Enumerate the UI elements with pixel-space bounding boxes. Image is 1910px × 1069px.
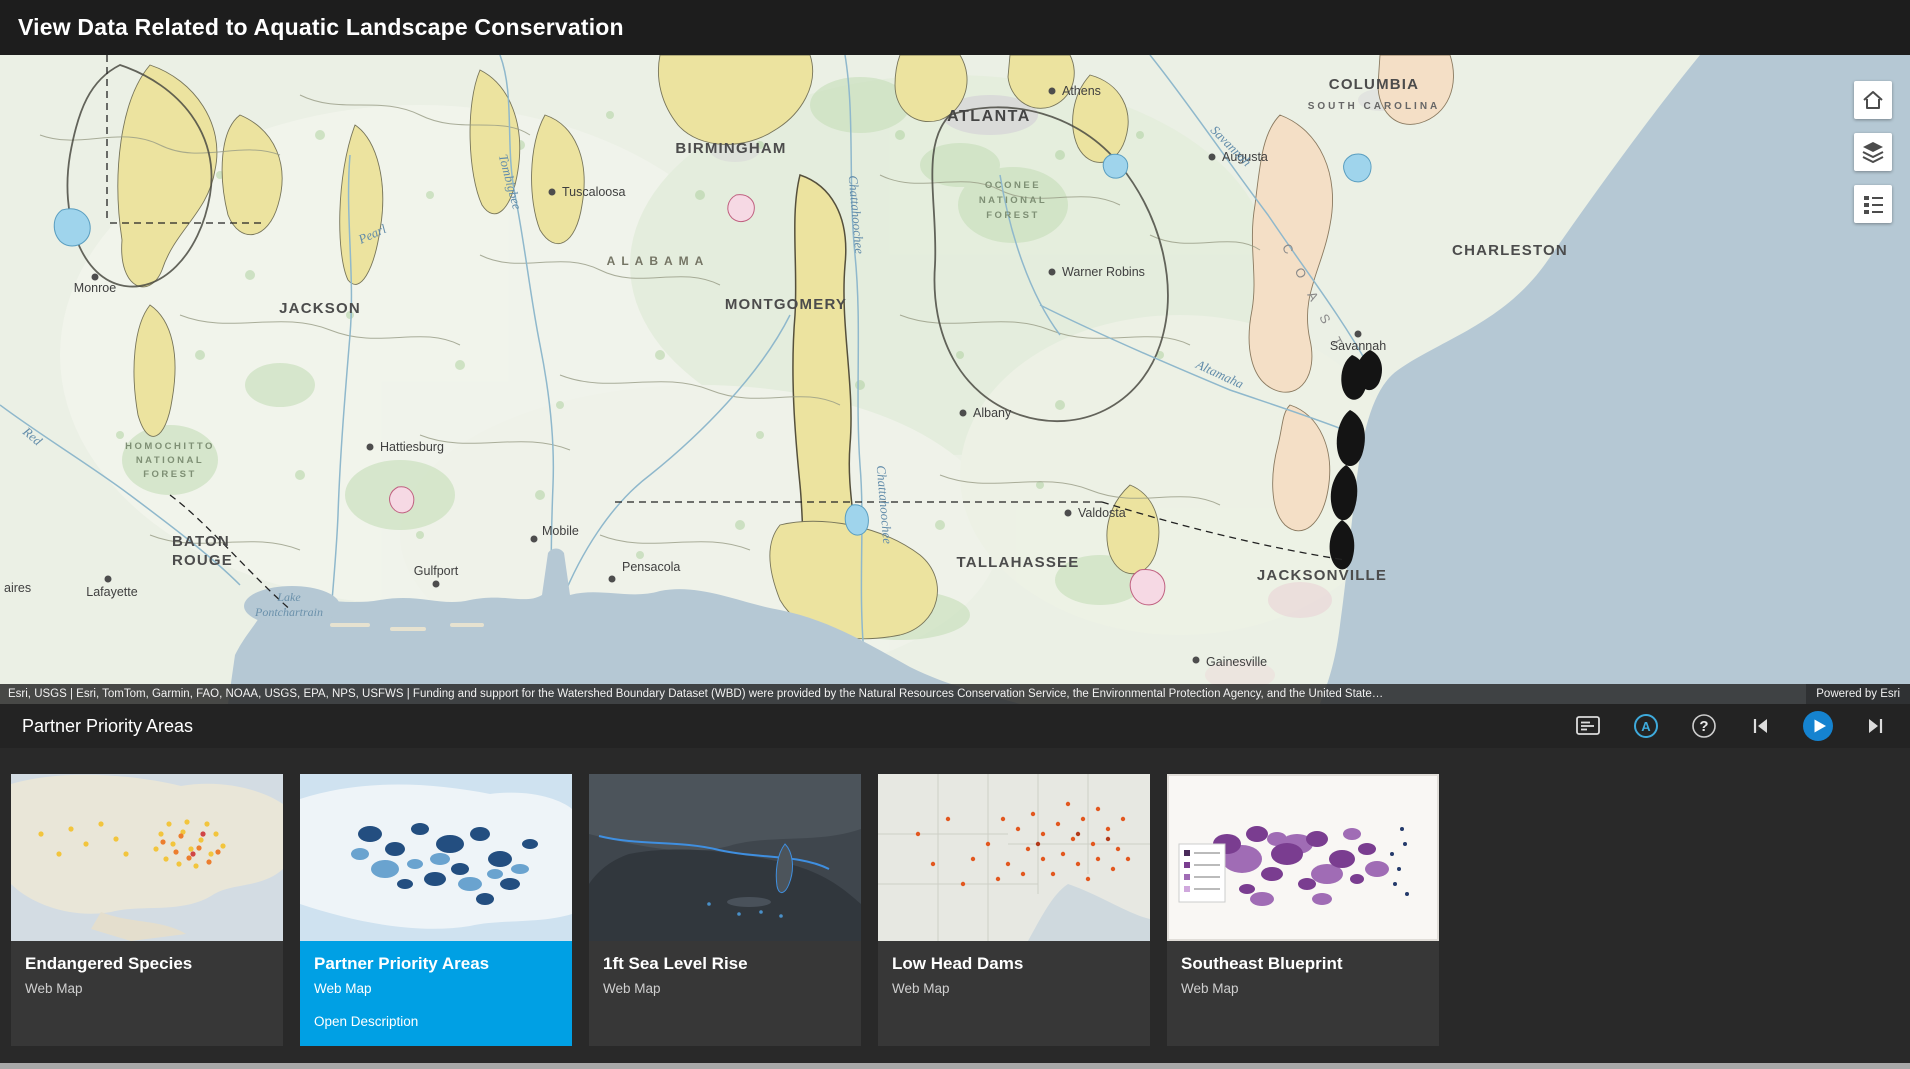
map-canvas: Monroe JACKSON BATON ROUGE Lafayette Red… xyxy=(0,55,1910,704)
card-title: Low Head Dams xyxy=(892,954,1136,974)
southeast-blueprint-thumbnail xyxy=(1167,774,1439,941)
slide-toolbar: Partner Priority Areas A ? xyxy=(0,704,1910,748)
map-label-albany: Albany xyxy=(973,406,1012,420)
map-label-homochitto-1: HOMOCHITTO xyxy=(125,441,215,452)
gallery-card-low-head-dams[interactable]: Low Head Dams Web Map xyxy=(878,774,1150,1046)
card-type: Web Map xyxy=(1181,981,1425,996)
play-button[interactable] xyxy=(1802,710,1834,742)
marker-a-icon: A xyxy=(1632,712,1660,740)
card-title: Partner Priority Areas xyxy=(314,954,558,974)
map-label-hattiesburg: Hattiesburg xyxy=(380,440,444,454)
play-icon xyxy=(1802,710,1834,742)
map-label-columbia: COLUMBIA xyxy=(1329,76,1419,93)
description-panel-button[interactable] xyxy=(1574,713,1602,739)
card-type: Web Map xyxy=(603,981,847,996)
legend-button[interactable] xyxy=(1854,185,1892,223)
map-label-lake: Lake xyxy=(276,590,301,604)
open-description-link[interactable]: Open Description xyxy=(314,1014,558,1029)
map-label-gainesville: Gainesville xyxy=(1206,655,1267,669)
next-icon xyxy=(1864,714,1888,738)
thumbnail-legend xyxy=(1179,844,1225,902)
map-label-montgomery: MONTGOMERY xyxy=(725,296,847,313)
svg-text:?: ? xyxy=(1699,718,1708,735)
map-label-baton: BATON xyxy=(172,533,230,550)
layers-icon xyxy=(1860,139,1886,165)
help-icon: ? xyxy=(1690,712,1718,740)
map-label-atlanta: ATLANTA xyxy=(947,108,1031,125)
previous-icon xyxy=(1748,714,1772,738)
card-type: Web Map xyxy=(892,981,1136,996)
card-type: Web Map xyxy=(314,981,558,996)
toolbar-icons: A ? xyxy=(1574,710,1888,742)
low-head-dams-thumbnail xyxy=(878,774,1150,941)
page-title: View Data Related to Aquatic Landscape C… xyxy=(18,14,624,41)
gallery-card-endangered-species[interactable]: Endangered Species Web Map xyxy=(11,774,283,1046)
sea-level-rise-thumbnail xyxy=(589,774,861,941)
map-label-pensacola: Pensacola xyxy=(622,560,680,574)
media-gallery: Endangered Species Web Map Partner Prior… xyxy=(0,748,1910,1069)
map-label-gulfport: Gulfport xyxy=(414,564,459,578)
map-label-rouge: ROUGE xyxy=(172,552,233,569)
powered-by-esri-link[interactable]: Powered by Esri xyxy=(1806,684,1910,704)
map-label-valdosta: Valdosta xyxy=(1078,506,1126,520)
map-label-mobile: Mobile xyxy=(542,524,579,538)
map-label-birmingham: BIRMINGHAM xyxy=(675,140,786,157)
map-label-south-carolina: SOUTH CAROLINA xyxy=(1308,101,1441,112)
map-label-homochitto-2: NATIONAL xyxy=(136,455,204,466)
map-label-lafayette: Lafayette xyxy=(86,585,137,599)
app-header: View Data Related to Aquatic Landscape C… xyxy=(0,0,1910,55)
map-label-warner-robins: Warner Robins xyxy=(1062,265,1145,279)
card-type: Web Map xyxy=(25,981,269,996)
horizontal-scrollbar[interactable] xyxy=(0,1063,1910,1069)
map-label-alabama: ALABAMA xyxy=(607,254,710,268)
map-label-oconee-3: FOREST xyxy=(986,210,1040,221)
attribution-text: Esri, USGS | Esri, TomTom, Garmin, FAO, … xyxy=(0,688,1806,700)
previous-slide-button[interactable] xyxy=(1748,714,1772,738)
card-title: Endangered Species xyxy=(25,954,269,974)
map-label-tallahassee: TALLAHASSEE xyxy=(957,554,1080,571)
home-button[interactable] xyxy=(1854,81,1892,119)
help-button[interactable]: ? xyxy=(1690,712,1718,740)
marker-a-button[interactable]: A xyxy=(1632,712,1660,740)
gallery-card-1ft-sea-level-rise[interactable]: 1ft Sea Level Rise Web Map xyxy=(589,774,861,1046)
map-label-homochitto-3: FOREST xyxy=(143,469,197,480)
map-label-charleston: CHARLESTON xyxy=(1452,242,1568,259)
next-slide-button[interactable] xyxy=(1864,714,1888,738)
map-label-jacksonville: JACKSONVILLE xyxy=(1257,567,1387,584)
endangered-species-thumbnail xyxy=(11,774,283,941)
map-label-edge-fragment: aires xyxy=(4,581,31,595)
map-label-pontchartrain: Pontchartrain xyxy=(254,605,323,619)
home-icon xyxy=(1860,87,1886,113)
layers-button[interactable] xyxy=(1854,133,1892,171)
map[interactable]: Monroe JACKSON BATON ROUGE Lafayette Red… xyxy=(0,55,1910,704)
card-title: Southeast Blueprint xyxy=(1181,954,1425,974)
map-label-athens: Athens xyxy=(1062,84,1101,98)
legend-icon xyxy=(1860,191,1886,217)
card-info: Southeast Blueprint Web Map xyxy=(1167,941,1439,1009)
map-attribution-bar: Esri, USGS | Esri, TomTom, Garmin, FAO, … xyxy=(0,684,1910,704)
card-info: Partner Priority Areas Web Map Open Desc… xyxy=(300,941,572,1042)
card-info: 1ft Sea Level Rise Web Map xyxy=(589,941,861,1009)
map-label-jackson: JACKSON xyxy=(279,300,361,317)
partner-priority-areas-thumbnail xyxy=(300,774,572,941)
map-label-monroe: Monroe xyxy=(74,281,116,295)
map-label-oconee-1: OCONEE xyxy=(985,180,1041,191)
map-label-oconee-2: NATIONAL xyxy=(979,195,1047,206)
gallery-card-southeast-blueprint[interactable]: Southeast Blueprint Web Map xyxy=(1167,774,1439,1046)
card-title: 1ft Sea Level Rise xyxy=(603,954,847,974)
card-info: Low Head Dams Web Map xyxy=(878,941,1150,1009)
map-controls xyxy=(1854,81,1892,223)
map-label-tuscaloosa: Tuscaloosa xyxy=(562,185,626,199)
gallery-card-partner-priority-areas[interactable]: Partner Priority Areas Web Map Open Desc… xyxy=(300,774,572,1046)
card-info: Endangered Species Web Map xyxy=(11,941,283,1009)
slide-title: Partner Priority Areas xyxy=(22,716,193,737)
description-panel-icon xyxy=(1574,713,1602,739)
svg-text:A: A xyxy=(1641,719,1651,734)
